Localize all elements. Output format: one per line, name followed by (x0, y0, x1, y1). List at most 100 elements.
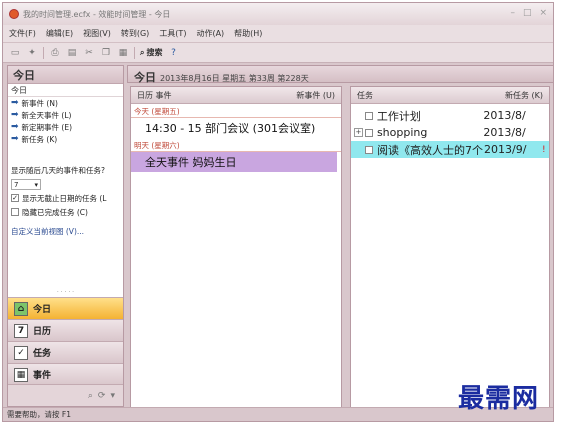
search-icon[interactable]: ⌕ (88, 391, 93, 401)
new-event-button[interactable]: 新事件 (U) (296, 90, 335, 101)
menu-goto[interactable]: 转到(G) (121, 28, 149, 39)
refresh-icon[interactable]: ⟳ (98, 391, 106, 401)
priority-flag-icon: ! (542, 144, 546, 155)
title-bar: 我的时间管理.ecfx - 效能时间管理 - 今日 – □ × (3, 3, 553, 25)
customize-view-link[interactable]: 自定义当前视图 (V)... (8, 226, 123, 237)
nav-button-today[interactable]: ⌂ 今日 (8, 297, 123, 319)
menu-view[interactable]: 视图(V) (83, 28, 111, 39)
menu-help[interactable]: 帮助(H) (234, 28, 262, 39)
task-due-date: 2013/8/ (483, 126, 526, 139)
allday-event-item[interactable]: 全天事件 妈妈生日 (131, 152, 337, 172)
new-task-label: 新任务 (K) (21, 134, 58, 144)
nav-button-today-label: 今日 (33, 305, 52, 315)
calendar-panel: 日历 事件 新事件 (U) 今天 (星期五) 14:30 - 15 部门会议 (… (130, 86, 342, 408)
days-select[interactable]: 7 ▾ (11, 179, 41, 190)
navigation-pane: 今日 今日 ➡ 新事件 (N) ➡ 新全天事件 (L) ➡ 新定期事件 (E) … (7, 65, 124, 407)
task-panel: 任务 新任务 (K) 工作计划 2013/8/ + shopping 2013/… (350, 86, 550, 408)
menu-tools[interactable]: 工具(T) (159, 28, 186, 39)
task-header-label: 任务 (357, 90, 373, 100)
task-name: shopping (376, 126, 428, 139)
paste-icon[interactable]: ▦ (117, 47, 129, 59)
task-check-icon: ✓ (14, 345, 28, 360)
task-row-selected[interactable]: 阅读《高效人士的7个 2013/9/ ! (351, 141, 549, 158)
arrow-right-icon: ➡ (11, 122, 19, 132)
hide-completed-tasks-checkbox[interactable]: 隐藏已完成任务 (C) (8, 206, 123, 218)
days-question: 显示随后几天的事件和任务? (11, 166, 105, 175)
pane-resize-grip[interactable]: · · · · · (8, 289, 123, 297)
task-checkbox[interactable] (364, 128, 373, 137)
menu-edit[interactable]: 编辑(E) (46, 28, 73, 39)
toolbar-separator (43, 46, 44, 59)
new-doc-icon[interactable]: ▭ (9, 47, 21, 59)
nav-button-tasks[interactable]: ✓ 任务 (8, 341, 123, 363)
task-checkbox[interactable] (365, 145, 373, 154)
minimize-button[interactable]: – (510, 8, 515, 18)
chevron-down-icon: ▾ (34, 180, 38, 189)
new-task-link[interactable]: ➡ 新任务 (K) (8, 133, 123, 145)
menu-file[interactable]: 文件(F) (9, 28, 36, 39)
toolbar-separator (134, 46, 135, 59)
task-row[interactable]: + shopping 2013/8/ (351, 124, 549, 141)
nav-button-calendar-label: 日历 (33, 327, 52, 337)
task-row[interactable]: 工作计划 2013/8/ (351, 107, 549, 124)
task-column-header: 任务 新任务 (K) (351, 87, 549, 104)
page-title: 今日 (134, 71, 156, 84)
menu-bar: 文件(F) 编辑(E) 视图(V) 转到(G) 工具(T) 动作(A) 帮助(H… (3, 25, 553, 43)
checkbox-checked[interactable]: ✓ (11, 194, 19, 202)
task-checkbox[interactable] (364, 111, 373, 120)
arrow-right-icon: ➡ (11, 98, 19, 108)
app-window: 我的时间管理.ecfx - 效能时间管理 - 今日 – □ × 文件(F) 编辑… (2, 2, 554, 422)
close-button[interactable]: × (539, 8, 547, 18)
new-allday-event-link[interactable]: ➡ 新全天事件 (L) (8, 109, 123, 121)
window-controls: – □ × (510, 8, 547, 18)
search-label: 搜索 (146, 48, 163, 57)
nav-header: 今日 (8, 66, 123, 84)
day-label-today: 今天 (星期五) (131, 106, 341, 118)
main-header: 今日 2013年8月16日 星期五 第33周 第228天 (127, 65, 553, 84)
event-item[interactable]: 14:30 - 15 部门会议 (301会议室) (131, 118, 341, 138)
task-name: 阅读《高效人士的7个 (377, 143, 483, 157)
nav-button-events-label: 事件 (33, 371, 52, 381)
copy-icon[interactable]: ❐ (100, 47, 112, 59)
nav-button-tasks-label: 任务 (33, 349, 52, 359)
home-icon: ⌂ (14, 301, 28, 316)
events-grid-icon: ▦ (14, 367, 28, 382)
search-button[interactable]: ⌕ 搜索 (140, 47, 162, 58)
app-icon (9, 9, 19, 19)
show-undated-tasks-label: 显示无截止日期的任务 (L (22, 193, 107, 203)
task-name: 工作计划 (376, 109, 421, 123)
calendar-header-label: 日历 事件 (137, 90, 172, 100)
chevron-down-icon[interactable]: ▾ (110, 391, 115, 401)
current-date: 2013年8月16日 星期五 第33周 第228天 (160, 74, 309, 83)
nav-button-calendar[interactable]: 7 日历 (8, 319, 123, 341)
cut-icon[interactable]: ✂ (83, 47, 95, 59)
nav-bottom-bar: ⌕ ⟳ ▾ (8, 384, 123, 406)
preview-icon[interactable]: ▤ (66, 47, 78, 59)
search-icon: ⌕ (140, 47, 145, 57)
new-recurring-event-label: 新定期事件 (E) (21, 122, 73, 132)
nav-subheader: 今日 (8, 84, 123, 97)
calendar-column-header: 日历 事件 新事件 (U) (131, 87, 341, 104)
print-icon[interactable]: ⎙ (49, 47, 61, 59)
arrow-right-icon: ➡ (11, 134, 19, 144)
help-icon[interactable]: ? (167, 47, 179, 59)
days-value: 7 (14, 180, 19, 189)
maximize-button[interactable]: □ (523, 8, 532, 18)
new-item-dropdown-icon[interactable]: ✦ (26, 47, 38, 59)
expand-icon[interactable]: + (354, 128, 363, 137)
watermark-logo: 最需网 (458, 384, 540, 414)
new-recurring-event-link[interactable]: ➡ 新定期事件 (E) (8, 121, 123, 133)
toolbar: ▭ ✦ ⎙ ▤ ✂ ❐ ▦ ⌕ 搜索 ? (3, 43, 553, 63)
new-event-link[interactable]: ➡ 新事件 (N) (8, 97, 123, 109)
menu-actions[interactable]: 动作(A) (196, 28, 224, 39)
arrow-right-icon: ➡ (11, 110, 19, 120)
show-undated-tasks-checkbox[interactable]: ✓ 显示无截止日期的任务 (L (8, 192, 123, 204)
checkbox-unchecked[interactable] (11, 208, 19, 216)
task-due-date: 2013/9/ (484, 143, 527, 156)
task-due-date: 2013/8/ (483, 109, 526, 122)
new-event-label: 新事件 (N) (21, 98, 58, 108)
hide-completed-tasks-label: 隐藏已完成任务 (C) (22, 207, 88, 217)
window-title: 我的时间管理.ecfx - 效能时间管理 - 今日 (23, 9, 171, 19)
new-task-button[interactable]: 新任务 (K) (505, 90, 543, 101)
nav-button-events[interactable]: ▦ 事件 (8, 363, 123, 385)
